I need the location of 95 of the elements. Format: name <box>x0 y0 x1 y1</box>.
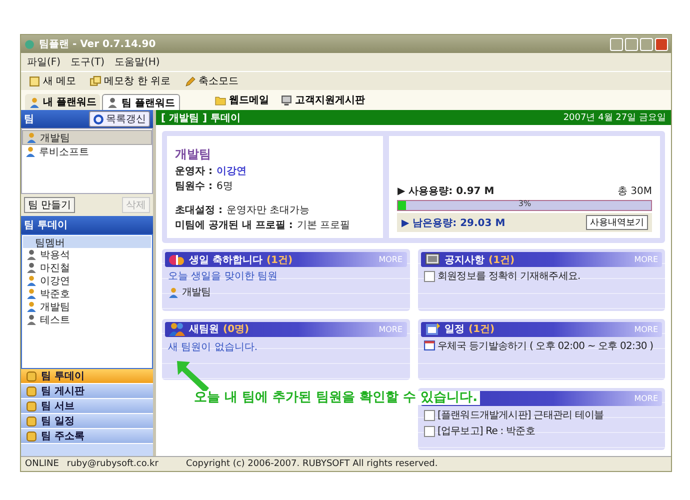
person-icon <box>29 96 40 108</box>
monitor-icon <box>424 252 440 266</box>
team-header-title: 팀 <box>24 113 34 126</box>
refresh-icon <box>93 114 104 124</box>
refresh-button[interactable]: 목록갱신 <box>89 111 150 127</box>
post-title[interactable]: 회원정보를 정확히 기재해주세요. <box>438 269 580 283</box>
member-item[interactable]: 박용석 <box>23 248 151 261</box>
card-title: 일정 <box>444 323 464 336</box>
card-count: (1건) <box>266 254 293 266</box>
schedule-entry[interactable]: 우체국 등기발송하기 ( 오후 02:00 ~ 오후 02:30 ) <box>438 338 654 353</box>
person-icon <box>26 288 37 299</box>
person-icon <box>25 146 36 157</box>
tab[interactable]: 팀 플랜워드 <box>102 94 180 110</box>
person-icon <box>26 132 37 143</box>
card-count: (1건) <box>468 323 495 336</box>
minimize-button[interactable] <box>625 38 638 50</box>
menu-item[interactable]: 도구(T) <box>70 55 104 69</box>
percent-label: 3% <box>517 199 532 208</box>
setting-label: 초대설정 : <box>175 204 222 217</box>
toolbar-link[interactable]: 고객지원게시판 <box>281 93 365 107</box>
square-icon <box>26 370 37 382</box>
card-title: 새팀원 <box>189 323 219 336</box>
post-title[interactable]: [업무보고] Re : 박준호 <box>438 424 535 438</box>
maximize-button[interactable] <box>640 38 653 50</box>
member-item[interactable]: 마진철 <box>23 261 151 274</box>
square-icon <box>26 430 37 442</box>
used-storage: ▶ 사용용량: 0.97 M <box>397 185 494 198</box>
person-icon <box>26 314 37 325</box>
card-title: 공지사항 <box>444 254 484 266</box>
checkbox[interactable] <box>424 270 434 282</box>
setting-value: 운영자만 초대가능 <box>226 204 310 217</box>
team-item[interactable]: 개발팀 <box>22 130 152 145</box>
remaining-storage: ▶ 남은용량: 29.03 M <box>401 216 506 230</box>
member-item[interactable]: 테스트 <box>23 313 151 326</box>
square-icon <box>26 416 37 426</box>
section-header: 팀 투데이 <box>21 216 153 234</box>
note-icon <box>29 76 40 86</box>
close-button[interactable] <box>655 38 668 50</box>
nav-button[interactable]: 팀 주소록 <box>21 429 153 444</box>
person-icon <box>26 249 37 260</box>
usage-history-button[interactable]: 사용내역보기 <box>586 215 648 230</box>
card-subtitle: 오늘 생일을 맞이한 팀원 <box>167 270 279 283</box>
card-count: (1건) <box>488 254 515 266</box>
annotation-text: 오늘 내 팀에 추가된 팀원을 확인할 수 있습니다. <box>192 391 480 406</box>
computer-icon <box>281 94 292 106</box>
folder-icon <box>215 94 226 106</box>
post-title[interactable]: [플랜워드개발게시판] 근태관리 테이블 <box>438 408 604 422</box>
nav-button[interactable]: 팀 투데이 <box>21 369 153 384</box>
member-item[interactable]: 개발팀 <box>23 300 151 313</box>
nav-button[interactable]: 팀 일정 <box>21 414 153 429</box>
square-icon <box>26 400 37 412</box>
page-title: [ 개발팀 ] 투데이 <box>161 112 241 124</box>
member-item[interactable]: 박준호 <box>23 287 151 300</box>
menu-item[interactable]: 도움말(H) <box>114 55 160 69</box>
person-icon <box>107 97 118 108</box>
column-header: 팀멤버 <box>23 236 151 248</box>
field-label: 팀원수 : <box>175 180 212 193</box>
help-button[interactable] <box>610 38 623 50</box>
checkbox[interactable] <box>424 426 434 437</box>
people-icon <box>169 322 185 336</box>
status-text: ONLINE <box>25 459 59 469</box>
field-value: 이강연 <box>216 165 246 178</box>
empty-message-link[interactable]: 새 팀원이 없습니다. <box>165 338 406 355</box>
pencil-icon <box>184 76 196 86</box>
setting-value: 기본 프로필 <box>296 219 350 232</box>
toolbar-button[interactable]: 축소모드 <box>182 74 241 88</box>
checkbox[interactable] <box>424 410 434 421</box>
team-button[interactable]: 팀 만들기 <box>24 197 76 213</box>
notes-icon <box>90 76 102 86</box>
menu-item[interactable]: 파일(F) <box>27 55 61 69</box>
card-title: 생일 축하합니다 <box>189 254 262 266</box>
person-icon <box>168 286 179 298</box>
window-title: 팀플랜 - Ver 0.7.14.90 <box>39 38 156 51</box>
total-storage: 총 30M <box>617 185 652 198</box>
card-count: (0명) <box>223 323 250 336</box>
app-icon <box>24 38 35 50</box>
nav-button[interactable]: 팀 서브 <box>21 399 153 414</box>
field-label: 운영자 : <box>175 165 212 178</box>
setting-label: 미팀에 공개된 내 프로필 : <box>175 219 293 232</box>
person-icon <box>26 301 37 312</box>
nav-button[interactable]: 팀 게시판 <box>21 384 153 399</box>
tab[interactable]: 내 플랜워드 <box>25 94 100 110</box>
toolbar-button[interactable]: 새 메모 <box>27 74 78 88</box>
email-text: ruby@rubysoft.co.kr <box>66 459 158 469</box>
member-item[interactable]: 이강연 <box>23 274 151 287</box>
toolbar-link[interactable]: 웹드메일 <box>215 93 269 107</box>
person-icon <box>26 262 37 273</box>
field-value: 6명 <box>216 180 233 193</box>
member-name: 개발팀 <box>182 286 211 299</box>
toolbar-button[interactable]: 메모창 한 위로 <box>88 74 173 88</box>
team-name: 개발팀 <box>175 146 212 163</box>
date-label: 2007년 4월 27일 금요일 <box>563 112 666 124</box>
person-icon <box>26 275 37 286</box>
team-item[interactable]: 루비소프트 <box>22 145 152 158</box>
square-icon <box>26 386 37 396</box>
